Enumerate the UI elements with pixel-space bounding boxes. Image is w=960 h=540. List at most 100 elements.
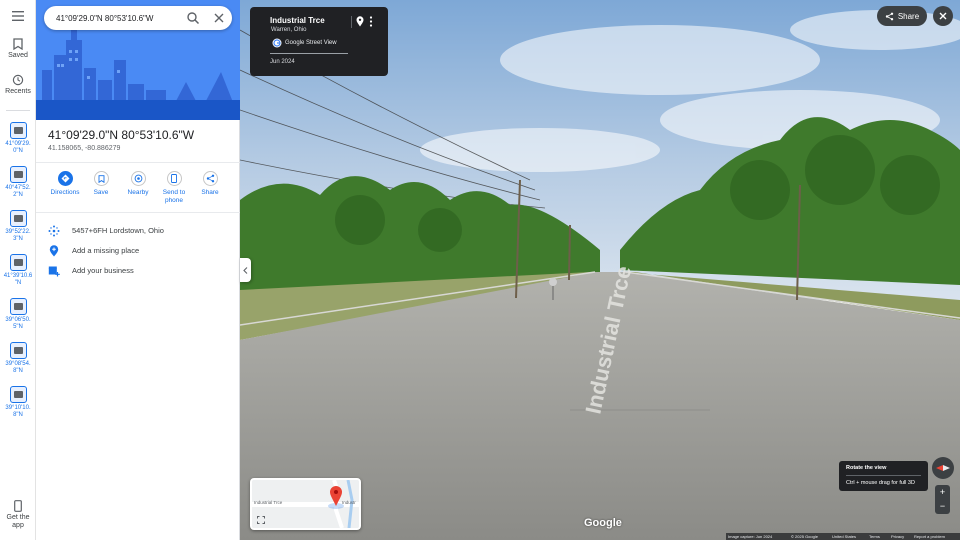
recent-item-label: 39°06'50. 5"N <box>5 317 31 330</box>
recent-thumbnail <box>9 342 27 359</box>
recent-item[interactable]: 41°39'10.6 "N <box>2 254 34 287</box>
rotate-tooltip-hint: Ctrl + mouse drag for full 3D <box>846 480 915 486</box>
directions-label: Directions <box>50 189 80 196</box>
send-to-phone-label: Send to phone <box>162 189 186 204</box>
street-view-title: Industrial Trce <box>270 16 325 25</box>
expand-icon[interactable] <box>257 516 265 524</box>
add-business-row[interactable]: Add your business <box>36 261 240 281</box>
street-view-info-card: Industrial Trce Warren, Ohio Google Stre… <box>250 7 388 76</box>
get-app-button[interactable]: Get the app <box>0 500 36 530</box>
report-problem-link[interactable]: Report a problem <box>914 533 945 540</box>
compass-button[interactable] <box>932 457 954 479</box>
collapse-panel-button[interactable] <box>240 258 251 282</box>
place-coordinates: 41.158065, -80.886279 <box>48 145 121 152</box>
recent-thumbnail <box>9 210 27 227</box>
plus-code-icon <box>48 225 60 237</box>
recent-thumbnail <box>9 298 27 315</box>
recent-item[interactable]: 39°10'10. 8"N <box>2 386 34 419</box>
share-icon <box>885 12 894 20</box>
share-view-button[interactable]: Share <box>877 6 927 26</box>
recents-button[interactable]: Recents <box>0 74 36 96</box>
left-rail: Saved Recents 41°09'29. 0"N 40°47'52. 2"… <box>0 0 36 540</box>
map-footer: Image capture: Jun 2024 © 2025 Google Un… <box>726 533 960 540</box>
add-missing-place-text: Add a missing place <box>72 246 140 255</box>
google-g-icon <box>272 38 282 48</box>
zoom-in-button[interactable]: + <box>935 485 950 499</box>
google-logo: Google <box>584 517 622 529</box>
search-box <box>44 6 232 30</box>
mini-map-road-label: Industr <box>342 500 356 505</box>
add-business-text: Add your business <box>72 266 134 275</box>
more-vert-icon[interactable] <box>369 16 373 27</box>
maps-app: Saved Recents 41°09'29. 0"N 40°47'52. 2"… <box>0 0 960 540</box>
recent-item-label: 39°10'10. 8"N <box>5 405 31 418</box>
chevron-left-icon <box>243 266 248 274</box>
recent-item-label: 39°52'22. 3"N <box>5 229 31 242</box>
menu-button[interactable] <box>0 11 36 23</box>
rotate-tooltip-title: Rotate the view <box>846 465 887 471</box>
share-button[interactable]: Share <box>192 171 228 197</box>
compass-icon <box>936 465 950 471</box>
recent-thumbnail <box>9 254 27 271</box>
recent-item[interactable]: 40°47'52. 2"N <box>2 166 34 199</box>
capture-date[interactable]: Jun 2024 <box>270 59 295 65</box>
street-view-subtitle: Warren, Ohio <box>271 27 307 33</box>
saved-label: Saved <box>8 52 28 59</box>
nearby-button[interactable]: Nearby <box>120 171 156 197</box>
zoom-out-button[interactable]: − <box>935 499 950 513</box>
menu-icon <box>12 11 24 21</box>
street-view-canvas[interactable]: Industrial Trce <box>240 0 960 540</box>
add-location-icon <box>49 245 59 257</box>
directions-icon <box>61 174 69 183</box>
close-icon[interactable] <box>212 11 226 25</box>
recents-label: Recents <box>5 88 31 95</box>
zoom-control: + − <box>935 485 950 514</box>
street-view-image: Industrial Trce <box>240 0 960 540</box>
directions-button[interactable]: Directions <box>47 171 83 197</box>
recent-item[interactable]: 39°08'54. 8"N <box>2 342 34 375</box>
rail-divider <box>6 110 30 111</box>
location-pin-icon[interactable] <box>356 16 364 27</box>
save-button[interactable]: Save <box>83 171 119 197</box>
rotate-view-tooltip: Rotate the view Ctrl + mouse drag for fu… <box>839 461 928 491</box>
place-panel: 41°09'29.0"N 80°53'10.6"W 41.158065, -80… <box>36 0 240 540</box>
saved-button[interactable]: Saved <box>0 38 36 60</box>
image-capture-text: Image capture: Jun 2024 <box>728 534 773 539</box>
mini-map-road-label: Industrial Trce <box>254 500 283 505</box>
terms-link[interactable]: Terms <box>869 533 880 540</box>
share-view-label: Share <box>897 11 920 21</box>
bookmark-icon <box>98 174 104 183</box>
nearby-label: Nearby <box>127 189 149 196</box>
recent-item[interactable]: 39°52'22. 3"N <box>2 210 34 243</box>
divider <box>846 475 921 476</box>
nearby-icon <box>134 174 142 183</box>
recent-thumbnail <box>9 122 27 139</box>
privacy-link[interactable]: Privacy <box>891 533 904 540</box>
divider <box>36 162 240 163</box>
place-title: 41°09'29.0"N 80°53'10.6"W <box>48 128 195 142</box>
copyright-text: © 2025 Google <box>791 534 818 539</box>
country-link[interactable]: United States <box>832 533 856 540</box>
plus-code-row[interactable]: 5457+6FH Lordstown, Ohio <box>36 221 240 241</box>
save-label: Save <box>93 189 109 196</box>
recent-item-label: 39°08'54. 8"N <box>5 361 31 374</box>
close-street-view-button[interactable] <box>933 6 953 26</box>
search-input[interactable] <box>56 13 176 23</box>
divider <box>351 16 352 28</box>
divider <box>270 53 348 54</box>
mini-map[interactable]: Industrial Trce Industr <box>250 478 361 530</box>
recent-item[interactable]: 39°06'50. 5"N <box>2 298 34 331</box>
plus-code-text: 5457+6FH Lordstown, Ohio <box>72 226 164 235</box>
mini-map-view: Industrial Trce Industr <box>252 480 359 528</box>
street-view-source[interactable]: Google Street View <box>285 40 337 46</box>
close-icon <box>939 12 947 20</box>
share-label: Share <box>201 189 219 196</box>
recent-thumbnail <box>9 166 27 183</box>
add-missing-place-row[interactable]: Add a missing place <box>36 241 240 261</box>
send-to-phone-button[interactable]: Send to phone <box>156 171 192 205</box>
divider <box>36 212 240 213</box>
recent-item[interactable]: 41°09'29. 0"N <box>2 122 34 155</box>
recent-item-label: 41°39'10.6 "N <box>3 273 33 286</box>
recent-item-label: 40°47'52. 2"N <box>5 185 31 198</box>
search-icon[interactable] <box>186 11 200 25</box>
